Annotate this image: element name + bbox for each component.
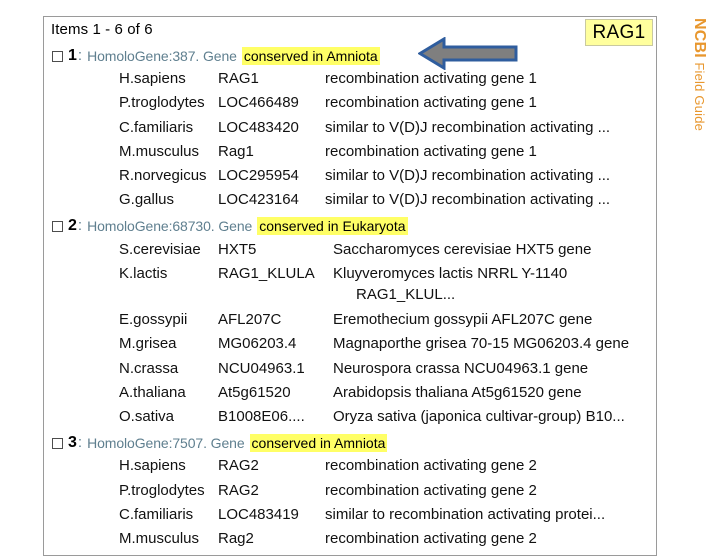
gene-description: Kluyveromyces lactis NRRL Y-1140: [333, 264, 568, 282]
group-checkbox[interactable]: [52, 50, 63, 62]
gene-symbol: B1008E06....: [218, 408, 305, 425]
homologene-group-header: 1: HomoloGene:387. Gene conserved in Amnio…: [52, 47, 380, 65]
organism-name: C.familiaris: [119, 505, 194, 523]
organism-name: E.gossypii: [119, 311, 188, 329]
group-number: 1: [68, 47, 77, 64]
gene-description: Arabidopsis thaliana At5g61520 gene: [333, 383, 582, 401]
group-number: 3: [68, 434, 77, 452]
items-count-label: Items 1 - 6 of 6: [51, 21, 153, 38]
gene-symbol: At5g61520: [218, 383, 291, 401]
left-arrow-icon: [417, 36, 518, 71]
brand-name: NCBI: [691, 18, 708, 58]
gene-symbol: NCU04963.1: [218, 359, 305, 377]
gene-symbol: RAG1: [218, 70, 259, 88]
gene-description: recombination activating gene 2: [325, 530, 537, 547]
gene-symbol: LOC483419: [218, 505, 299, 523]
organism-name: P.troglodytes: [119, 94, 205, 112]
group-checkbox[interactable]: [52, 437, 63, 449]
conservation-highlight: conserved in Amniota: [249, 434, 388, 453]
homologene-group-header: 2: HomoloGene:68730. Gene conserved in Euk…: [52, 217, 408, 236]
homologene-results-panel: Items 1 - 6 of 6 1: HomoloGene:387. Gene c…: [43, 16, 657, 556]
gene-symbol: Rag2: [218, 530, 254, 547]
homologene-group-header: 3: HomoloGene:7507. Gene conserved in Amni…: [52, 434, 388, 453]
gene-description: Eremothecium gossypii AFL207C gene: [333, 311, 593, 329]
conservation-highlight: conserved in Eukaryota: [257, 217, 408, 236]
group-number: 2: [68, 217, 77, 235]
organism-name: N.crassa: [119, 359, 179, 377]
organism-name: H.sapiens: [119, 70, 186, 88]
gene-symbol: RAG2: [218, 481, 259, 499]
gene-description: recombination activating gene 1: [325, 94, 537, 112]
gene-symbol: LOC483420: [218, 118, 299, 136]
gene-description: Neurospora crassa NCU04963.1 gene: [333, 359, 589, 377]
group-checkbox[interactable]: [52, 220, 63, 232]
organism-name: P.troglodytes: [119, 481, 205, 499]
group-number-colon: :: [77, 217, 83, 235]
organism-name: M.musculus: [119, 142, 200, 160]
gene-symbol: LOC466489: [218, 94, 299, 112]
organism-name: O.sativa: [119, 408, 175, 425]
organism-name: K.lactis: [119, 264, 168, 282]
gene-description: recombination activating gene 2: [325, 481, 537, 499]
conservation-highlight: conserved in Amniota: [241, 47, 380, 65]
organism-name: A.thaliana: [119, 383, 186, 401]
gene-symbol: MG06203.4: [218, 335, 297, 353]
organism-name: M.musculus: [119, 530, 200, 547]
gene-description: Saccharomyces cerevisiae HXT5 gene: [333, 240, 592, 258]
gene-description: recombination activating gene 1: [325, 142, 537, 160]
gene-description: recombination activating gene 2: [325, 457, 537, 475]
organism-name: R.norvegicus: [119, 167, 207, 184]
gene-description: similar to V(D)J recombination activatin…: [325, 191, 611, 209]
gene-symbol: RAG1_KLULA: [218, 264, 315, 282]
homologene-link[interactable]: HomoloGene:387. Gene: [87, 48, 237, 64]
organism-name: C.familiaris: [119, 118, 194, 136]
gene-description: recombination activating gene 1: [325, 70, 537, 88]
ncbi-field-guide-brand: NCBI Field Guide: [686, 18, 712, 198]
gene-symbol: RAG2: [218, 457, 259, 475]
brand-subtitle: Field Guide: [692, 62, 707, 132]
group-number-colon: :: [77, 47, 83, 64]
organism-name: M.grisea: [119, 335, 177, 353]
homologene-link[interactable]: HomoloGene:7507. Gene: [87, 435, 245, 451]
rag1-callout-tag: RAG1: [585, 19, 653, 46]
group-number-colon: :: [77, 434, 83, 452]
gene-symbol: LOC423164: [218, 191, 299, 209]
gene-description: similar to V(D)J recombination activatin…: [325, 118, 611, 136]
gene-symbol: LOC295954: [218, 167, 299, 184]
gene-symbol: Rag1: [218, 142, 254, 160]
gene-description-line2: RAG1_KLUL...: [356, 286, 456, 303]
gene-symbol: HXT5: [218, 240, 257, 258]
gene-description: similar to recombination activating prot…: [325, 505, 606, 523]
organism-name: H.sapiens: [119, 457, 186, 475]
gene-description: Oryza sativa (japonica cultivar-group) B…: [333, 408, 625, 425]
gene-description: similar to V(D)J recombination activatin…: [325, 167, 611, 184]
homologene-link[interactable]: HomoloGene:68730. Gene: [87, 218, 252, 234]
organism-name: G.gallus: [119, 191, 175, 209]
organism-name: S.cerevisiae: [119, 240, 201, 258]
gene-description: Magnaporthe grisea 70-15 MG06203.4 gene: [333, 335, 630, 353]
gene-symbol: AFL207C: [218, 311, 282, 329]
